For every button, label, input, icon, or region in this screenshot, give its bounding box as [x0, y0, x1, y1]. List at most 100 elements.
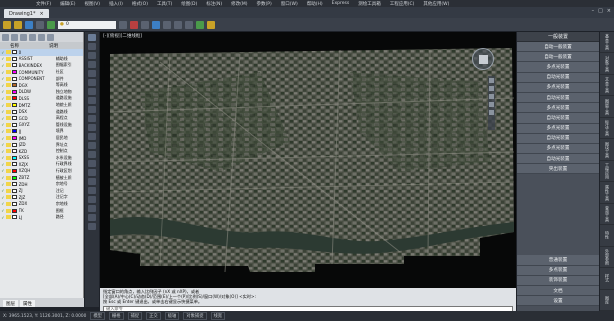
viewport-label[interactable]: [-][俯视][二维线框] [103, 33, 142, 39]
zoom-nav-icon[interactable] [489, 94, 494, 99]
menu-item[interactable]: 其他应用(W) [423, 1, 449, 7]
palette-button[interactable]: 自动光装置 [517, 72, 599, 83]
layer-color-swatch[interactable] [11, 175, 17, 180]
layer-row[interactable]: ✓ ZBTZ 植被土质 [0, 174, 83, 181]
bulb-icon[interactable] [5, 175, 11, 180]
layer-row[interactable]: ✓ BACKINDEX 图幅索引 [0, 62, 83, 69]
layer-row[interactable]: ✓ LJ 路径 [0, 214, 83, 221]
extend-icon[interactable] [88, 205, 96, 212]
bulb-icon[interactable] [5, 63, 11, 68]
bulb-icon[interactable] [5, 215, 11, 220]
layer-color-swatch[interactable] [11, 76, 17, 81]
layer-color-swatch[interactable] [11, 70, 17, 75]
layer-color-swatch[interactable] [11, 96, 17, 101]
freeze-icon[interactable] [141, 20, 149, 29]
palette-bottom-button[interactable]: 多点装置 [517, 265, 599, 276]
menu-item[interactable]: 窗口(W) [281, 1, 298, 7]
bulb-icon[interactable] [5, 129, 11, 134]
layer-row[interactable]: ✓ DLDW 独立地物 [0, 89, 83, 96]
palette-button[interactable]: 自动一般装置 [517, 52, 599, 63]
layer-row[interactable]: ✓ ZDH 宗地号 [0, 181, 83, 188]
palette-button[interactable]: 多点光装置 [517, 103, 599, 114]
layer-row[interactable]: ✓ GCD 高程点 [0, 115, 83, 122]
tab-properties[interactable]: 属性 [20, 300, 35, 307]
layer-row[interactable]: ✓ GXYZ 管线设施 [0, 122, 83, 129]
palette-bottom-button[interactable]: 普通装置 [517, 255, 599, 266]
menu-item[interactable]: 标注(N) [206, 1, 222, 7]
bulb-icon[interactable] [5, 208, 11, 213]
status-toggle[interactable]: 极轴 [164, 312, 180, 320]
layer-row[interactable]: ✓ XZJX 行政界线 [0, 161, 83, 168]
bulb-icon[interactable] [5, 168, 11, 173]
palette-tab[interactable]: 属性工具 [600, 182, 614, 204]
viewcube-face[interactable] [479, 55, 488, 64]
zoom-icon[interactable] [152, 20, 160, 29]
bulb-icon[interactable] [5, 188, 11, 193]
layer-row[interactable]: ✓ ASSIST 辅助线 [0, 56, 83, 63]
bulb-icon[interactable] [5, 70, 11, 75]
palette-button[interactable]: 多点光装置 [517, 143, 599, 155]
match-layer-icon[interactable] [119, 20, 127, 29]
layer-row[interactable]: ✓ COMPONENT 部件 [0, 75, 83, 82]
arc-icon[interactable] [88, 61, 96, 68]
isolate-icon[interactable] [130, 20, 138, 29]
layer-color-swatch[interactable] [11, 188, 17, 193]
undo-icon[interactable] [174, 20, 182, 29]
palette-tab[interactable]: 基本工具 [600, 32, 614, 54]
layer-color-swatch[interactable] [11, 89, 17, 94]
palette-button[interactable]: 突出装置 [517, 164, 599, 175]
palette-bottom-button[interactable]: 文档 [517, 286, 599, 297]
layer-row[interactable]: ✓ XZQH 行政区划 [0, 168, 83, 175]
layer-color-swatch[interactable] [11, 56, 17, 61]
move-icon[interactable] [88, 160, 96, 167]
layer-color-swatch[interactable] [11, 215, 17, 220]
delete-layer-icon[interactable] [11, 33, 18, 41]
offset-icon[interactable] [88, 214, 96, 221]
status-toggle[interactable]: 捕捉 [127, 312, 143, 320]
layer-color-swatch[interactable] [11, 116, 17, 121]
palette-tab[interactable]: 查询工具 [600, 204, 614, 226]
bulb-icon[interactable] [5, 56, 11, 61]
measure-icon[interactable] [196, 20, 204, 29]
layer-row[interactable]: ✓ JZD 界址点 [0, 141, 83, 148]
full-navigation-icon[interactable] [489, 78, 494, 83]
new-file-icon[interactable] [3, 20, 11, 29]
bulb-icon[interactable] [5, 201, 11, 206]
palette-tab[interactable]: 特性 [600, 225, 614, 247]
layer-row[interactable]: ✓ DLSS 道路设施 [0, 95, 83, 102]
layer-row[interactable]: ✓ KZD 控制点 [0, 148, 83, 155]
tab-layers[interactable]: 图层 [3, 300, 18, 307]
palette-tab[interactable]: 标注工具 [600, 118, 614, 140]
refresh-icon[interactable] [29, 33, 36, 41]
bulb-icon[interactable] [5, 155, 11, 160]
bulb-icon[interactable] [5, 149, 11, 154]
ellipse-icon[interactable] [88, 97, 96, 104]
drawing-canvas[interactable]: [-][俯视][二维线框] [100, 32, 516, 288]
bulb-icon[interactable] [5, 96, 11, 101]
point-icon[interactable] [88, 115, 96, 122]
layer-color-swatch[interactable] [11, 109, 17, 114]
settings-icon[interactable] [47, 33, 54, 41]
menu-item[interactable]: 参数(P) [257, 1, 272, 7]
orbit-icon[interactable] [489, 102, 494, 107]
layer-row[interactable]: ✓ JJ 境界 [0, 128, 83, 135]
new-layer-icon[interactable] [2, 33, 9, 41]
layer-color-swatch[interactable] [11, 149, 17, 154]
layer-row[interactable]: ✓ DMTZ 地貌土质 [0, 102, 83, 109]
palette-tab[interactable]: 图库 [600, 290, 614, 312]
hatch-icon[interactable] [88, 124, 96, 131]
menu-item[interactable]: 修改(M) [231, 1, 247, 7]
rotate-icon[interactable] [88, 178, 96, 185]
menu-item[interactable]: 编辑(E) [60, 1, 75, 7]
layer-row[interactable]: ✓ 0 [0, 49, 83, 56]
menu-item[interactable]: 帮助(H) [307, 1, 323, 7]
palette-tab[interactable]: 工程应用 [600, 161, 614, 183]
close-window-icon[interactable]: × [607, 8, 611, 14]
layer-color-swatch[interactable] [11, 136, 17, 141]
status-toggle[interactable]: 线宽 [210, 312, 226, 320]
layer-row[interactable]: ✓ TK 图框 [0, 207, 83, 214]
copy-icon[interactable] [88, 169, 96, 176]
bulb-icon[interactable] [5, 103, 11, 108]
layer-color-swatch[interactable] [11, 142, 17, 147]
close-icon[interactable]: × [39, 11, 43, 17]
